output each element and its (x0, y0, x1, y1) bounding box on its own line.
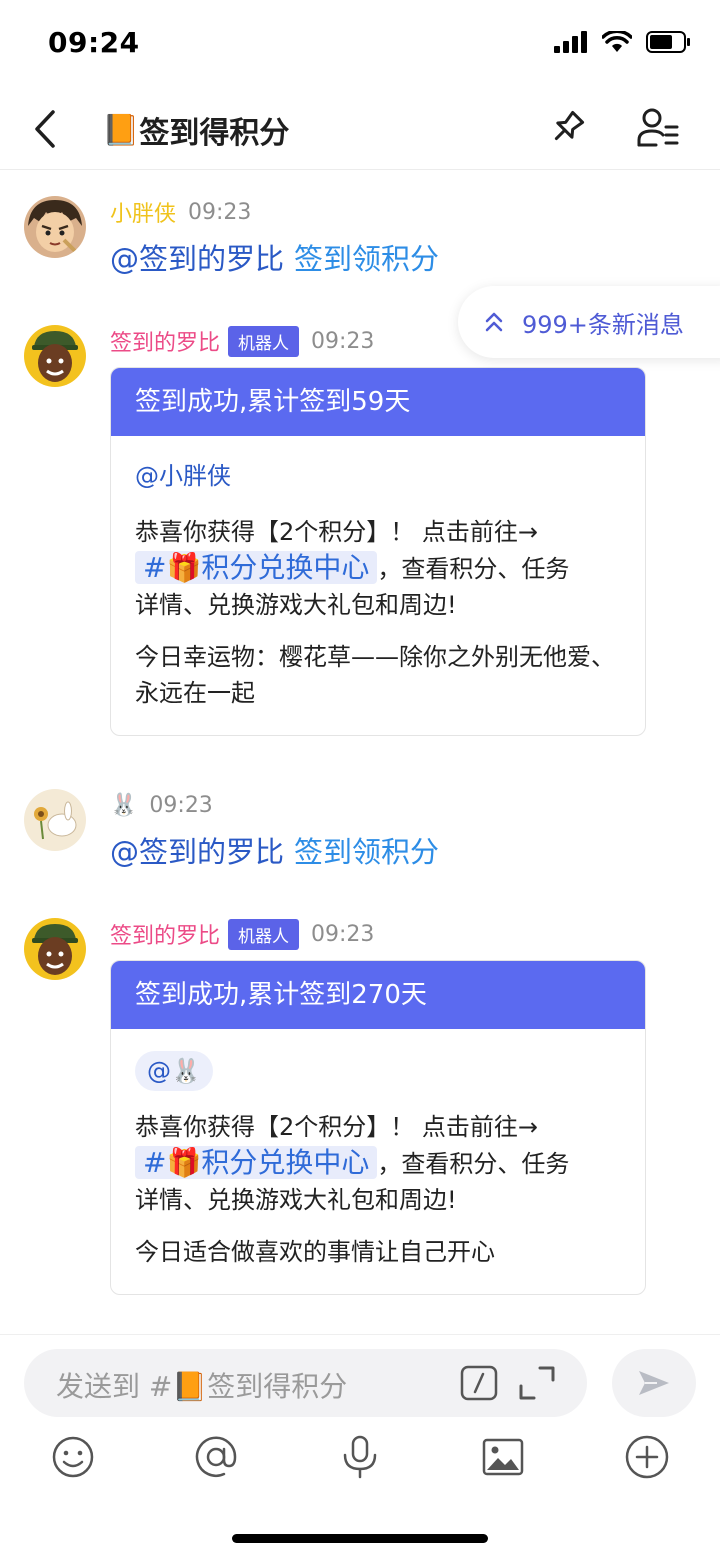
avatar[interactable] (24, 918, 86, 980)
robot-bot-avatar-icon (24, 918, 86, 980)
card-lucky-text: 今日幸运物：樱花草——除你之外别无他爱、永远在一起 (135, 643, 615, 707)
status-bar: 09:24 (0, 0, 720, 88)
bot-badge: 机器人 (228, 918, 300, 950)
smiley-icon (52, 1436, 94, 1478)
card-mention[interactable]: @🐰 (135, 1051, 213, 1091)
more-button[interactable] (623, 1433, 671, 1481)
message-text: @签到的罗比 签到领积分 (110, 829, 439, 871)
card-text: ，查看积分、任务 (377, 555, 570, 583)
image-icon (482, 1438, 524, 1476)
card-text: 详情、兑换游戏大礼包和周边! (135, 591, 457, 619)
slash-command-button[interactable] (460, 1365, 498, 1401)
composer: 发送到 #📙签到得积分 (0, 1334, 720, 1559)
card-header: 签到成功,累计签到270天 (111, 961, 645, 1029)
nav-bar: 📙 签到得积分 (0, 88, 720, 170)
card-text: 详情、兑换游戏大礼包和周边! (135, 1186, 457, 1214)
avatar[interactable] (24, 325, 86, 387)
card-lucky-text: 今日适合做喜欢的事情让自己开心 (135, 1238, 495, 1266)
wifi-icon (602, 31, 632, 52)
cartoon-boy-avatar-icon (24, 196, 86, 258)
plus-circle-icon (625, 1435, 669, 1479)
rabbit-sunflower-avatar-icon (24, 789, 86, 851)
sender-name[interactable]: 签到的罗比 (110, 918, 220, 950)
expand-input-button[interactable] (518, 1365, 556, 1401)
robot-bot-avatar-icon (24, 325, 86, 387)
avatar[interactable] (24, 789, 86, 851)
pin-icon (554, 110, 585, 141)
emoji-button[interactable] (49, 1433, 97, 1481)
message-meta: 🐰 09:23 (110, 789, 213, 821)
mention-link[interactable]: @签到的罗比 (110, 835, 284, 869)
double-chevron-up-icon (485, 312, 503, 332)
card-text: 恭喜你获得【2个积分】！ 点击前往→ (135, 1113, 539, 1141)
microphone-icon (343, 1435, 377, 1479)
card-body: @小胖侠 恭喜你获得【2个积分】！ 点击前往→ #🎁积分兑换中心 ，查看积分、任务… (111, 436, 645, 735)
at-sign-icon (195, 1436, 237, 1477)
back-button[interactable] (22, 104, 68, 154)
channel-title: 📙 签到得积分 (102, 108, 289, 152)
new-messages-label: 999+条新消息 (522, 310, 684, 339)
battery-icon (646, 31, 690, 53)
sender-name[interactable]: 小胖侠 (110, 196, 176, 228)
message-time: 09:23 (188, 199, 252, 225)
bot-badge: 机器人 (228, 325, 300, 357)
card-header: 签到成功,累计签到59天 (111, 368, 645, 436)
channel-link[interactable]: #🎁积分兑换中心 (135, 551, 378, 584)
message-text: @签到的罗比 签到领积分 (110, 236, 439, 278)
sender-name[interactable]: 签到的罗比 (110, 325, 220, 357)
new-messages-pill[interactable]: 999+条新消息 (458, 286, 720, 358)
status-icons (554, 30, 692, 54)
members-list-icon (637, 108, 679, 147)
message-time: 09:23 (149, 792, 213, 818)
message-input[interactable]: 发送到 #📙签到得积分 (24, 1349, 587, 1417)
voice-button[interactable] (336, 1433, 384, 1481)
avatar[interactable] (24, 196, 86, 258)
command-link[interactable]: 签到领积分 (294, 835, 439, 869)
message-meta: 签到的罗比 机器人 09:23 (110, 325, 374, 357)
card-mention[interactable]: @小胖侠 (135, 458, 621, 494)
chevron-left-icon (35, 110, 55, 148)
channel-title-text: 签到得积分 (139, 116, 290, 151)
pin-button[interactable] (543, 104, 591, 152)
mention-button[interactable] (192, 1433, 240, 1481)
message-card: 签到成功,累计签到59天 @小胖侠 恭喜你获得【2个积分】！ 点击前往→ #🎁积… (110, 367, 646, 736)
channel-emoji-icon: 📙 (102, 112, 140, 148)
cellular-signal-icon (554, 31, 587, 53)
image-button[interactable] (479, 1433, 527, 1481)
members-button[interactable] (632, 104, 684, 152)
card-text: 恭喜你获得【2个积分】！ 点击前往→ (135, 518, 539, 546)
card-paragraph: 恭喜你获得【2个积分】！ 点击前往→ #🎁积分兑换中心 ，查看积分、任务 详情、兑… (135, 514, 621, 623)
card-paragraph: 恭喜你获得【2个积分】！ 点击前往→ #🎁积分兑换中心 ，查看积分、任务 详情、兑… (135, 1109, 621, 1218)
sender-name[interactable]: 🐰 (110, 793, 137, 818)
channel-link[interactable]: #🎁积分兑换中心 (135, 1146, 378, 1179)
message-time: 09:23 (311, 921, 375, 947)
command-link[interactable]: 签到领积分 (294, 242, 439, 276)
card-text: ，查看积分、任务 (377, 1150, 570, 1178)
send-button[interactable] (612, 1349, 696, 1417)
message-input-placeholder: 发送到 #📙签到得积分 (56, 1370, 348, 1403)
expand-icon (519, 1366, 555, 1400)
message-meta: 签到的罗比 机器人 09:23 (110, 918, 374, 950)
message-time: 09:23 (311, 328, 375, 354)
status-time: 09:24 (48, 26, 140, 59)
home-indicator (232, 1534, 488, 1543)
slash-command-icon (460, 1365, 498, 1401)
mention-link[interactable]: @签到的罗比 (110, 242, 284, 276)
message-meta: 小胖侠 09:23 (110, 196, 251, 228)
send-icon (639, 1371, 669, 1395)
message-card: 签到成功,累计签到270天 @🐰 恭喜你获得【2个积分】！ 点击前往→ #🎁积分… (110, 960, 646, 1295)
card-body: @🐰 恭喜你获得【2个积分】！ 点击前往→ #🎁积分兑换中心 ，查看积分、任务 详… (111, 1029, 645, 1294)
